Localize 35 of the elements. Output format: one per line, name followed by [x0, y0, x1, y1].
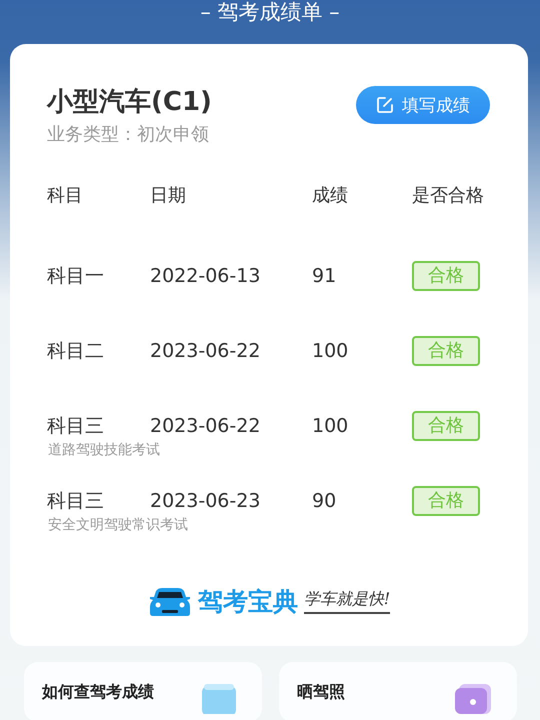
exam-note: 安全文明驾驶常识考试	[48, 516, 189, 534]
car-icon	[148, 586, 192, 616]
vehicle-type: 小型汽车(C1)	[47, 86, 212, 119]
column-header: 科目	[47, 184, 84, 207]
exam-note: 道路驾驶技能考试	[48, 441, 161, 459]
score-cell-text: 90	[312, 490, 338, 512]
brand-name: 驾考宝典	[198, 586, 298, 618]
column-header: 日期	[150, 184, 187, 207]
column-header: 是否合格	[412, 184, 485, 207]
result-tag: 合格	[412, 411, 480, 441]
result-tag: 合格	[412, 261, 480, 291]
score-cell-text: 91	[312, 265, 338, 287]
result-tag: 合格	[412, 486, 480, 516]
subject-cell-text: 科目一	[47, 264, 105, 289]
brand-slogan: 学车就是快!	[304, 589, 390, 614]
date-cell-text: 2023-06-22	[150, 415, 262, 437]
page-title: – 驾考成绩单 –	[200, 0, 340, 26]
subject-cell-text: 科目三	[47, 414, 105, 439]
result-tag: 合格	[412, 336, 480, 366]
shortcut-title: 晒驾照	[297, 682, 345, 702]
score-cell-text: 100	[312, 340, 350, 362]
date-cell-text: 2023-06-22	[150, 340, 262, 362]
date-cell-text: 2023-06-23	[150, 490, 262, 512]
subject-cell-text: 科目二	[47, 339, 105, 364]
shortcut-title: 如何查驾考成绩	[42, 682, 154, 702]
shortcut-card[interactable]: 如何查驾考成绩	[24, 662, 262, 720]
score-cell-text: 100	[312, 415, 350, 437]
column-header: 成绩	[312, 184, 349, 207]
subject-cell-text: 科目三	[47, 489, 105, 514]
edit-icon	[376, 96, 394, 114]
photo-icon	[453, 684, 493, 714]
business-type: 业务类型：初次申领	[47, 123, 210, 146]
document-icon	[200, 684, 238, 714]
shortcut-card[interactable]: 晒驾照	[279, 662, 517, 720]
date-cell-text: 2022-06-13	[150, 265, 262, 287]
